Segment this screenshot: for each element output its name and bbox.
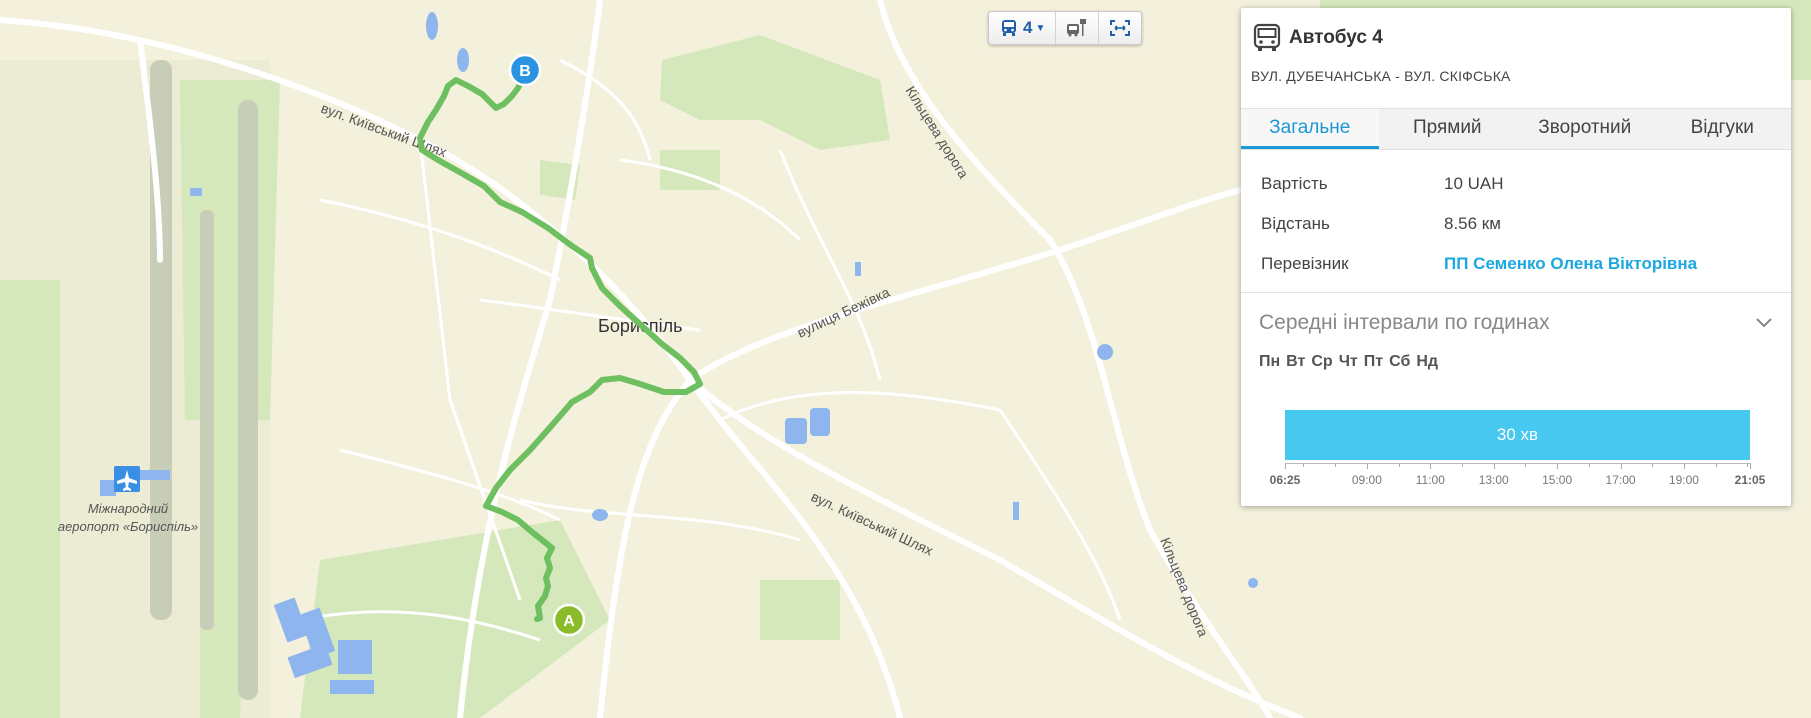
tab-reviews[interactable]: Відгуки xyxy=(1654,109,1792,149)
interval-timeline: 06:25 09:00 11:00 13:00 15:00 17:00 19:00 21:05 xyxy=(1270,463,1765,487)
route-end-marker[interactable]: B xyxy=(508,53,542,87)
panel-header: Автобус 4 ВУЛ. ДУБЕЧАНСЬКА - ВУЛ. СКІФСЬ… xyxy=(1241,8,1791,108)
property-row-distance: Відстань 8.56 км xyxy=(1241,204,1791,244)
route-start-marker[interactable]: A xyxy=(552,603,586,637)
airport-label-line1: Міжнародний xyxy=(88,501,168,516)
intervals-section: Середні інтервали по годинах Пн Вт Ср Чт Пт С… xyxy=(1241,292,1791,492)
weekday-sat[interactable]: Сб xyxy=(1389,353,1410,370)
tab-return[interactable]: Зворотний xyxy=(1516,109,1654,149)
timeline-minor-tick xyxy=(1462,463,1464,467)
timeline-minor-tick xyxy=(1335,463,1337,467)
route-selector-button[interactable]: 4 ▼ xyxy=(989,12,1057,44)
distance-label: Відстань xyxy=(1261,214,1330,233)
route-number: 4 xyxy=(1023,18,1033,37)
bus-stop-toggle-button[interactable] xyxy=(1056,12,1100,44)
timeline-label-tick-1: 11:00 xyxy=(1415,473,1445,487)
bus-icon xyxy=(1253,23,1281,51)
timeline-minor-tick xyxy=(1398,463,1400,467)
bus-stop-icon xyxy=(1067,19,1087,37)
timeline-axis xyxy=(1285,463,1750,464)
price-label: Вартість xyxy=(1261,174,1328,193)
timeline-minor-tick xyxy=(1620,463,1622,467)
chevron-down-icon: ▼ xyxy=(1035,22,1046,34)
distance-value: 8.56 км xyxy=(1444,214,1501,233)
timeline-tick xyxy=(1285,463,1286,469)
timeline-label-end: 21:05 xyxy=(1734,473,1766,487)
airport-label-line2: аеропорт «Бориспіль» xyxy=(58,519,198,534)
timeline-minor-tick xyxy=(1683,463,1685,467)
timeline-label-start: 06:25 xyxy=(1269,473,1301,487)
fit-bounds-icon xyxy=(1110,20,1131,36)
tab-general[interactable]: Загальне xyxy=(1241,109,1379,149)
timeline-tick xyxy=(1750,463,1751,469)
weekday-fri[interactable]: Пт xyxy=(1364,353,1383,370)
airport-icon xyxy=(114,466,140,492)
fit-bounds-button[interactable] xyxy=(1099,12,1142,44)
map-toolbar: 4 ▼ xyxy=(988,11,1143,45)
weekday-sun[interactable]: Нд xyxy=(1416,353,1438,370)
timeline-minor-tick xyxy=(1366,463,1368,467)
price-value: 10 UAH xyxy=(1444,174,1504,193)
weekday-mon[interactable]: Пн xyxy=(1259,353,1280,370)
timeline-label-tick-3: 15:00 xyxy=(1542,473,1573,487)
timeline-label-tick-5: 19:00 xyxy=(1668,473,1699,487)
timeline-label-tick-4: 17:00 xyxy=(1605,473,1636,487)
timeline-minor-tick xyxy=(1715,463,1717,467)
carrier-link[interactable]: ПП Семенко Олена Вікторівна xyxy=(1444,250,1697,278)
timeline-minor-tick xyxy=(1747,463,1749,467)
bus-icon xyxy=(1002,20,1016,36)
timeline-minor-tick xyxy=(1588,463,1590,467)
timeline-minor-tick xyxy=(1652,463,1654,467)
timeline-minor-tick xyxy=(1493,463,1495,467)
timeline-minor-tick xyxy=(1430,463,1432,467)
intervals-title: Середні інтервали по годинах xyxy=(1259,311,1550,334)
route-properties: Вартість 10 UAH Відстань 8.56 км Перевіз… xyxy=(1241,150,1791,292)
panel-tabs: Загальне Прямий Зворотний Відгуки xyxy=(1241,108,1791,150)
timeline-minor-tick xyxy=(1525,463,1527,467)
timeline-minor-tick xyxy=(1303,463,1305,467)
route-end-label: B xyxy=(519,63,531,80)
property-row-carrier: Перевізник ПП Семенко Олена Вікторівна xyxy=(1241,244,1791,284)
weekday-tue[interactable]: Вт xyxy=(1286,353,1305,370)
route-title: Автобус 4 xyxy=(1289,27,1383,48)
weekday-wed[interactable]: Ср xyxy=(1311,353,1332,370)
carrier-label: Перевізник xyxy=(1261,254,1349,273)
intervals-header[interactable]: Середні інтервали по годинах xyxy=(1259,311,1773,335)
timeline-label-tick-0: 09:00 xyxy=(1351,473,1382,487)
property-row-price: Вартість 10 UAH xyxy=(1241,164,1791,204)
timeline-label-tick-2: 13:00 xyxy=(1478,473,1509,487)
route-info-panel: Автобус 4 ВУЛ. ДУБЕЧАНСЬКА - ВУЛ. СКІФСЬ… xyxy=(1241,8,1791,506)
route-start-label: A xyxy=(563,613,575,630)
timeline-minor-tick xyxy=(1557,463,1559,467)
weekday-thu[interactable]: Чт xyxy=(1339,353,1358,370)
weekday-list: Пн Вт Ср Чт Пт Сб Нд xyxy=(1259,353,1773,371)
route-subtitle: ВУЛ. ДУБЕЧАНСЬКА - ВУЛ. СКІФСЬКА xyxy=(1251,68,1511,84)
chevron-down-icon[interactable] xyxy=(1755,317,1773,329)
tab-forward[interactable]: Прямий xyxy=(1379,109,1517,149)
interval-bar: 30 хв xyxy=(1285,410,1750,460)
